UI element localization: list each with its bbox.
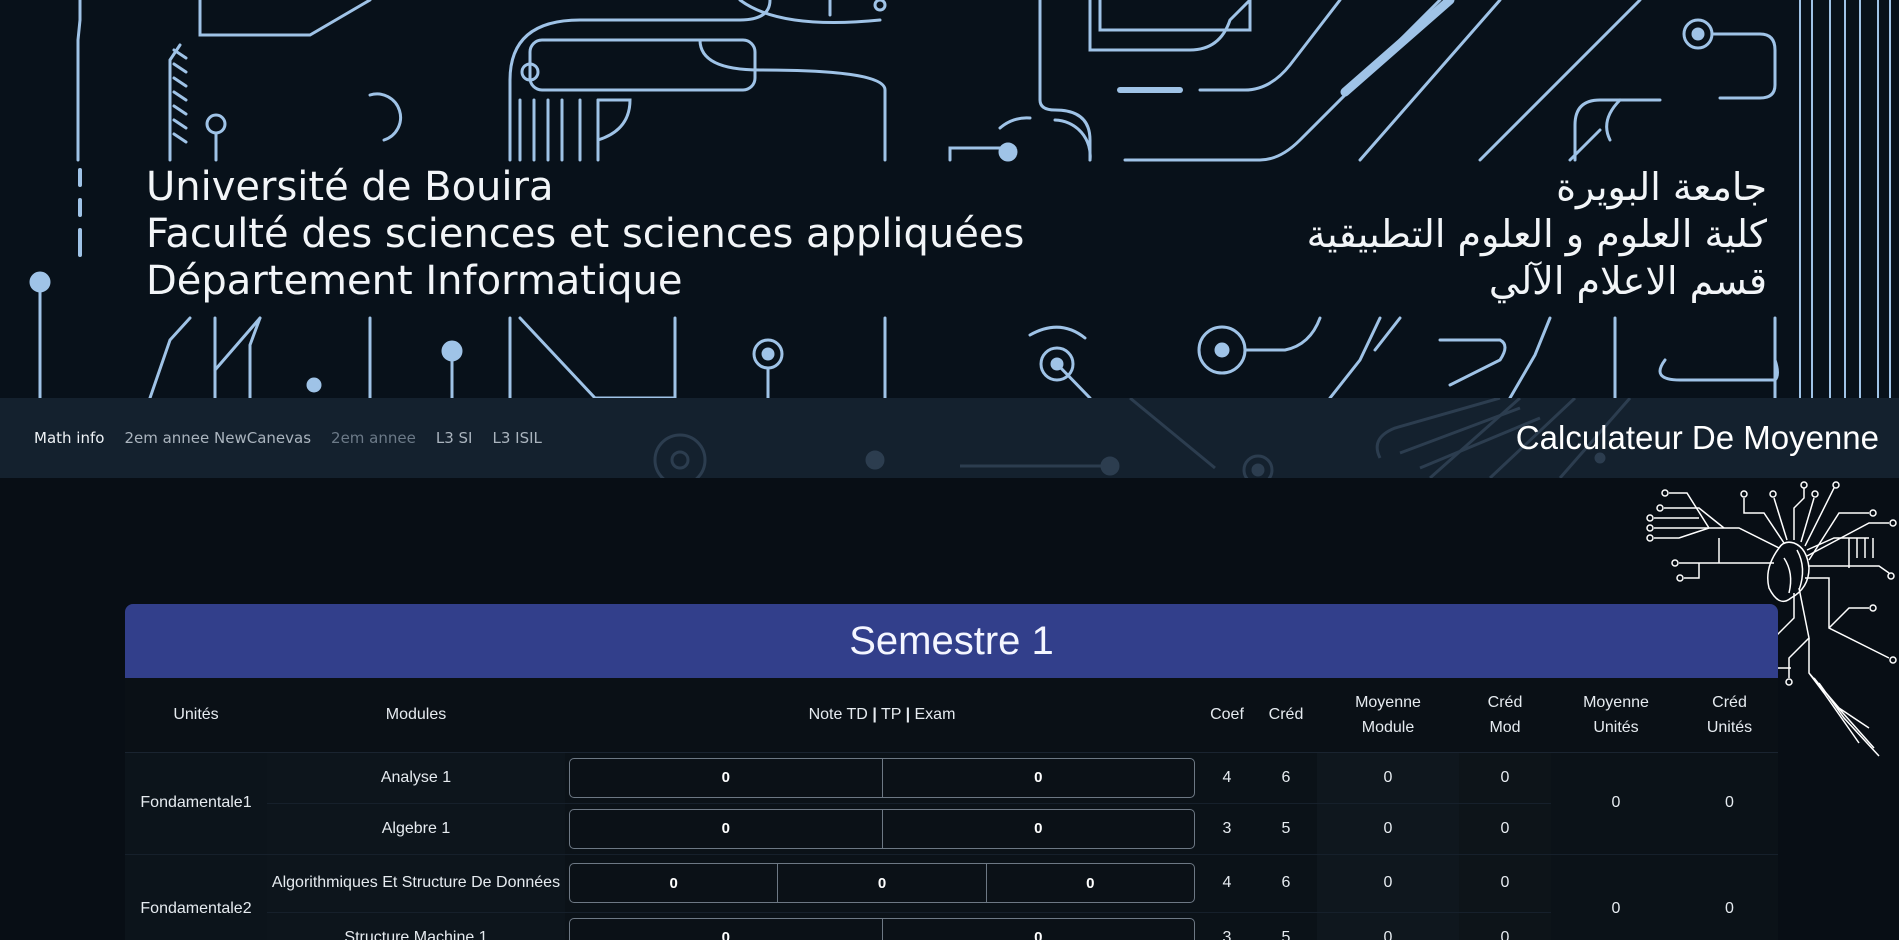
header-label-line: Unités <box>1593 718 1639 736</box>
header-banner: Université de Bouira Faculté des science… <box>0 0 1899 398</box>
main-content: Semestre 1 Unités Modules Note TD | TP |… <box>0 478 1899 940</box>
cred-value: 6 <box>1255 752 1317 804</box>
header-unites: Unités <box>125 678 267 753</box>
header-label-line: Créd <box>1487 693 1523 711</box>
university-name-french: Université de Bouira Faculté des science… <box>146 164 1024 305</box>
faculty-line: Faculté des sciences et sciences appliqu… <box>146 211 1025 257</box>
note-td-input[interactable] <box>570 918 882 940</box>
table-row: Algebre 1 3 5 0 0 <box>125 803 1778 855</box>
cred-value: 5 <box>1255 803 1317 855</box>
navbar: Math info 2em annee NewCanevas 2em annee… <box>0 398 1899 478</box>
semester-card: Semestre 1 Unités Modules Note TD | TP |… <box>125 604 1778 940</box>
cred-unite-value: 0 <box>1681 752 1778 855</box>
header-moyenne-unites: Moyenne Unités <box>1551 678 1681 753</box>
header-label-line: Moyenne <box>1355 693 1421 711</box>
header-note-tp: TP <box>880 706 902 724</box>
university-name-arabic: جامعة البويرة كلية العلوم و العلوم التطب… <box>1307 164 1767 305</box>
header-modules: Modules <box>267 678 565 753</box>
department-line: Département Informatique <box>146 258 683 304</box>
faculty-line-ar: كلية العلوم و العلوم التطبيقية <box>1306 212 1767 256</box>
header-moyenne-module: Moyenne Module <box>1317 678 1459 753</box>
cred-value: 5 <box>1255 912 1317 940</box>
university-line-ar: جامعة البويرة <box>1556 165 1767 209</box>
module-name: Structure Machine 1 <box>267 912 565 940</box>
grades-table: Unités Modules Note TD | TP | Exam Coef … <box>125 678 1778 940</box>
header-cred: Créd <box>1255 678 1317 753</box>
coef-value: 3 <box>1199 803 1255 855</box>
header-note-exam: Exam <box>914 706 956 724</box>
cred-mod-value: 0 <box>1459 752 1551 804</box>
note-td-input[interactable] <box>570 809 882 848</box>
module-name: Analyse 1 <box>267 752 565 804</box>
note-exam-input[interactable] <box>881 809 1194 848</box>
table-header-row: Unités Modules Note TD | TP | Exam Coef … <box>125 678 1778 753</box>
cred-mod-value: 0 <box>1459 912 1551 940</box>
university-line: Université de Bouira <box>146 164 554 210</box>
cred-mod-value: 0 <box>1459 854 1551 913</box>
coef-value: 3 <box>1199 912 1255 940</box>
header-label-line: Moyenne <box>1583 693 1649 711</box>
department-line-ar: قسم الاعلام الآلي <box>1488 259 1767 303</box>
module-name: Algorithmiques Et Structure De Données <box>267 854 565 913</box>
semester-title: Semestre 1 <box>125 604 1778 678</box>
note-inputs <box>565 803 1199 855</box>
note-input-group <box>569 757 1195 798</box>
header-coef: Coef <box>1199 678 1255 753</box>
moyenne-module-value: 0 <box>1317 912 1459 940</box>
nav-link-2em-annee-newcanevas[interactable]: 2em annee NewCanevas <box>124 429 311 447</box>
note-td-input[interactable] <box>570 864 778 902</box>
header-cred-unites: Créd Unités <box>1681 678 1778 753</box>
moyenne-module-value: 0 <box>1317 854 1459 913</box>
note-td-input[interactable] <box>570 758 882 797</box>
header-cred-mod: Créd Mod <box>1459 678 1551 753</box>
header-label-line: Module <box>1361 718 1415 736</box>
nav-links: Math info 2em annee NewCanevas 2em annee… <box>34 398 542 478</box>
cred-value: 6 <box>1255 854 1317 913</box>
nav-link-l3-si[interactable]: L3 SI <box>436 429 473 447</box>
coef-value: 4 <box>1199 752 1255 804</box>
header-note-td: Note TD <box>808 706 868 724</box>
moyenne-module-value: 0 <box>1317 803 1459 855</box>
header-label-line: Unités <box>1706 718 1753 736</box>
coef-value: 4 <box>1199 854 1255 913</box>
note-exam-input[interactable] <box>881 758 1194 797</box>
moyenne-unite-value: 0 <box>1551 752 1681 855</box>
note-tp-input[interactable] <box>777 864 986 902</box>
nav-link-l3-isil[interactable]: L3 ISIL <box>492 429 541 447</box>
unit-name: Fondamentale2 <box>125 854 267 940</box>
note-exam-input[interactable] <box>985 864 1194 902</box>
cred-mod-value: 0 <box>1459 803 1551 855</box>
table-row: Fondamentale2 Algorithmiques Et Structur… <box>125 854 1778 940</box>
table-row: Fondamentale1 Analyse 1 4 6 0 0 0 0 <box>125 752 1778 855</box>
header-notes: Note TD | TP | Exam <box>565 678 1199 753</box>
header-separator: | <box>905 706 911 724</box>
header-label-line: Créd <box>1712 693 1747 711</box>
header-label-line: Mod <box>1489 718 1521 736</box>
nav-link-math-info[interactable]: Math info <box>34 429 104 447</box>
table-row: Structure Machine 1 3 5 0 0 <box>125 912 1778 940</box>
module-name: Algebre 1 <box>267 803 565 855</box>
unit-name: Fondamentale1 <box>125 752 267 855</box>
note-input-group <box>569 863 1195 903</box>
note-exam-input[interactable] <box>881 918 1194 940</box>
moyenne-module-value: 0 <box>1317 752 1459 804</box>
note-inputs <box>565 752 1199 804</box>
note-input-group <box>569 808 1195 849</box>
moyenne-unite-value: 0 <box>1551 854 1681 940</box>
header-separator: | <box>872 706 877 724</box>
brand-title[interactable]: Calculateur De Moyenne <box>1516 398 1879 478</box>
note-inputs <box>565 912 1199 940</box>
note-input-group <box>569 917 1195 940</box>
nav-link-2em-annee[interactable]: 2em annee <box>331 429 416 447</box>
note-inputs <box>565 854 1199 913</box>
cred-unite-value: 0 <box>1681 854 1778 940</box>
